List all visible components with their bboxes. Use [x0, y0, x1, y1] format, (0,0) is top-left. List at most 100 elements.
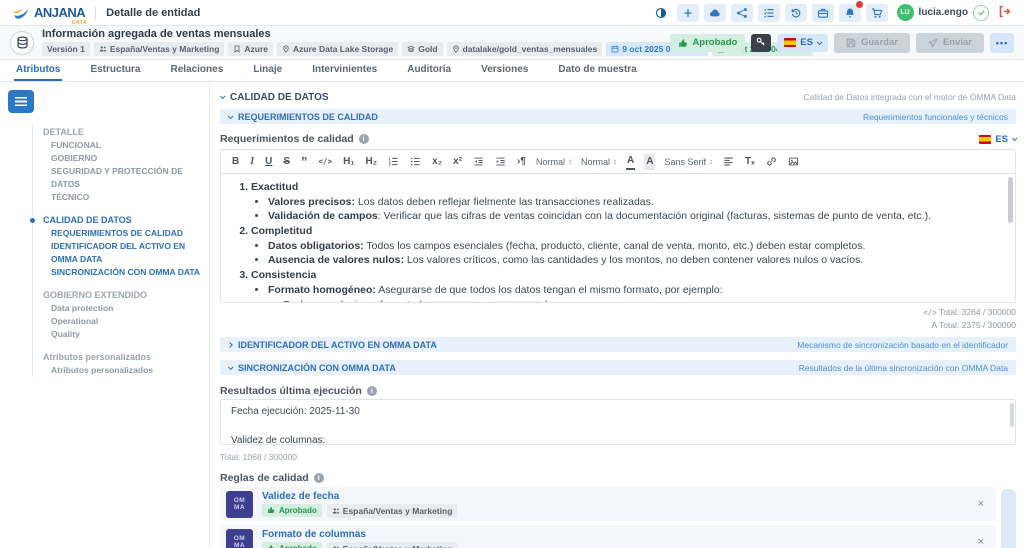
remove-rule-button[interactable]: × [978, 498, 984, 510]
tab-auditoria[interactable]: Auditoría [405, 60, 453, 81]
requirement-item: ConsistenciaFormato homogéneo: Asegurars… [251, 268, 1001, 302]
align-button[interactable] [722, 154, 735, 170]
subsection-title: REQUERIMIENTOS DE CALIDAD [238, 112, 378, 122]
tab-linaje[interactable]: Linaje [251, 60, 284, 81]
clean-format-button[interactable]: Tₓ [744, 154, 756, 170]
results-textarea[interactable]: Fecha ejecución: 2025-11-30 Validez de c… [220, 399, 1016, 445]
sidebar-item-gobierno[interactable]: GOBIERNO [43, 152, 201, 165]
sidebar-item-sincronizacion-con-omma-data[interactable]: SINCRONIZACIÓN CON OMMA DATA [43, 266, 201, 279]
rule-title[interactable]: Validez de fecha [262, 491, 457, 502]
remove-rule-button[interactable]: × [978, 536, 984, 548]
section-calidad-de-datos[interactable]: CALIDAD DE DATOS Calidad de Datos integr… [220, 88, 1016, 106]
add-button[interactable] [677, 4, 699, 22]
rules-field-header: Reglas de calidad i [220, 472, 1016, 484]
tabs-bar: Atributos Estructura Relaciones Linaje Inter… [0, 60, 1024, 82]
rules-scrollbar[interactable] [1001, 489, 1016, 548]
status-check-icon[interactable] [973, 5, 989, 21]
editor-content[interactable]: ExactitudValores precisos: Los datos deb… [221, 174, 1015, 302]
lineage-button[interactable] [731, 4, 753, 22]
briefcase-button[interactable] [812, 4, 834, 22]
status-badge: Aprobado [670, 34, 745, 52]
textarea-scrollbar[interactable] [1010, 403, 1014, 427]
tab-atributos[interactable]: Atributos [14, 60, 62, 81]
section-requerimientos-de-calidad[interactable]: REQUERIMIENTOS DE CALIDAD Requerimientos… [220, 109, 1016, 124]
history-button[interactable] [785, 4, 807, 22]
theme-toggle-button[interactable] [650, 4, 672, 22]
tab-versiones[interactable]: Versiones [479, 60, 530, 81]
language-select[interactable]: ES [777, 34, 828, 52]
sidebar-item-requerimientos-de-calidad[interactable]: REQUERIMIENTOS DE CALIDAD [43, 227, 201, 240]
header-2-button[interactable]: H₂ [364, 154, 378, 170]
rule-status-label: Aprobado [279, 544, 317, 548]
font-select[interactable]: Sans Serif↕ [664, 157, 713, 167]
info-icon[interactable]: i [359, 134, 369, 144]
text-color-button[interactable]: A [626, 154, 635, 170]
code-block-button[interactable]: </> [318, 154, 334, 170]
sidebar-item-detalle[interactable]: DETALLE [43, 125, 201, 139]
editor-language-select[interactable]: ES [979, 134, 1016, 145]
link-button[interactable] [765, 154, 778, 170]
direction-button[interactable]: ›¶ [516, 154, 527, 170]
sidebar-item-funcional[interactable]: FUNCIONAL [43, 139, 201, 152]
spain-flag-icon [784, 38, 796, 47]
background-color-button[interactable]: A [644, 154, 655, 170]
cloud-icon [709, 7, 721, 19]
omma-logo-line1: OM [234, 497, 245, 504]
size-select[interactable]: Normal↕ [536, 157, 572, 167]
omma-data-logo: OMMA [226, 491, 253, 518]
tab-intervinientes[interactable]: Intervinientes [310, 60, 379, 81]
layers-icon [407, 45, 415, 53]
sidebar-item-tecnico[interactable]: TÉCNICO [43, 191, 201, 204]
strike-button[interactable]: S [282, 154, 291, 170]
tasks-button[interactable] [758, 4, 780, 22]
bullet-list-button[interactable] [409, 154, 422, 170]
ordered-list-button[interactable]: 123 [387, 154, 400, 170]
anjana-swoosh-icon [10, 4, 32, 22]
sidebar-item-quality[interactable]: Quality [43, 328, 201, 341]
sidebar-item-operational[interactable]: Operational [43, 315, 201, 328]
tab-dato-de-muestra[interactable]: Dato de muestra [556, 60, 638, 81]
header-select[interactable]: Normal↕ [581, 157, 617, 167]
indent-button[interactable] [494, 154, 507, 170]
cart-button[interactable] [866, 4, 888, 22]
subscript-button[interactable]: x₂ [431, 154, 443, 170]
section-identificador-omma[interactable]: IDENTIFICADOR DEL ACTIVO EN OMMA DATA Me… [220, 337, 1016, 352]
logout-button[interactable] [994, 4, 1014, 22]
blockquote-button[interactable]: ” [300, 154, 309, 170]
italic-button[interactable]: I [249, 154, 255, 170]
briefcase-icon [817, 7, 829, 19]
sidebar-toggle-button[interactable] [8, 90, 34, 113]
bold-button[interactable]: B [231, 154, 240, 170]
sidebar-item-gobierno-extendido[interactable]: GOBIERNO EXTENDIDO [43, 288, 201, 302]
tab-relaciones[interactable]: Relaciones [168, 60, 225, 81]
outdent-icon [473, 156, 484, 167]
info-icon[interactable]: i [367, 386, 377, 396]
sidebar-item-identificador-del-activo-en-omma-data[interactable]: IDENTIFICADOR DEL ACTIVO EN OMMA DATA [43, 240, 201, 266]
info-icon[interactable]: i [314, 473, 324, 483]
requirements-list: ExactitudValores precisos: Los datos deb… [235, 180, 1001, 302]
rule-title[interactable]: Formato de columnas [262, 529, 457, 540]
outdent-button[interactable] [472, 154, 485, 170]
more-actions-button[interactable]: ••• [990, 33, 1014, 53]
font-select-value: Sans Serif [664, 157, 706, 167]
underline-button[interactable]: U [264, 154, 273, 170]
anjana-logo[interactable]: ANJANADATA [10, 4, 85, 22]
editor-scrollbar[interactable] [1008, 177, 1013, 223]
section-sincronizacion-omma[interactable]: SINCRONIZACIÓN CON OMMA DATA Resultados … [220, 360, 1016, 375]
header-1-button[interactable]: H₁ [342, 154, 355, 170]
notifications-button[interactable] [839, 4, 861, 22]
sidebar-item-seguridad-y-proteccion-de-datos[interactable]: SEGURIDAD Y PROTECCIÓN DE DATOS [43, 165, 201, 191]
superscript-button[interactable]: x² [452, 154, 463, 170]
sidebar-item-calidad-de-datos[interactable]: CALIDAD DE DATOS [43, 213, 201, 227]
badge-label: Azure Data Lake Storage [293, 44, 393, 54]
key-button[interactable] [751, 34, 771, 52]
sidebar-item-atributos-personalizados[interactable]: Atributos personalizados [43, 364, 201, 377]
tab-estructura[interactable]: Estructura [88, 60, 142, 81]
sidebar-item-atributos-personalizados[interactable]: Atributos personalizados [43, 350, 201, 364]
send-button[interactable]: Enviar [916, 33, 984, 53]
user-avatar[interactable]: LU [897, 4, 914, 21]
cloud-button[interactable] [704, 4, 726, 22]
image-button[interactable] [787, 154, 800, 170]
save-button[interactable]: Guardar [834, 33, 910, 53]
sidebar-item-data-protection[interactable]: Data protection [43, 302, 201, 315]
